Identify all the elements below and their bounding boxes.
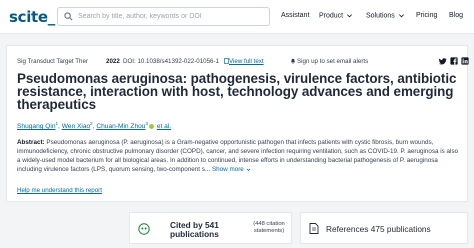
article-title: Pseudomonas aeruginosa: pathogenesis, vi… [17, 71, 457, 112]
citation-statements-count: (448 citation statements) [253, 221, 285, 234]
author-name: Chuan-Min Zhou [96, 123, 146, 131]
nav-blog[interactable]: Blog [449, 12, 463, 19]
author-link[interactable]: Chuan-Min Zhou [96, 123, 145, 130]
article-card: Sig Transduct Target Ther 2022 DOI: 10.1… [6, 45, 469, 202]
abstract: Abstract: Pseudomonas aeruginosa (P. aer… [17, 138, 463, 174]
cited-by-card[interactable]: Cited by 541 publications (448 citation … [129, 212, 292, 244]
document-icon [309, 223, 319, 234]
nav-solutions[interactable]: Solutions [366, 12, 405, 19]
doi-text: DOI: 10.1038/s41392-022-01056-1 [123, 58, 219, 65]
chevron-down-icon [398, 14, 404, 18]
search-box[interactable] [57, 7, 270, 26]
chevron-down-icon [246, 168, 250, 171]
cited-by-count: Cited by 541 publications [170, 220, 219, 239]
view-full-text-link[interactable]: View full text [229, 58, 264, 65]
linkedin-icon[interactable] [461, 57, 469, 65]
help-understand-report-link[interactable]: Help me understand this report [17, 187, 102, 194]
nav-solutions-label: Solutions [366, 12, 395, 20]
show-more-label: Show more [211, 166, 244, 173]
show-more-button[interactable]: Show more [212, 166, 251, 173]
publication-year: 2022 [106, 58, 120, 65]
nav-pricing[interactable]: Pricing [416, 12, 437, 19]
et-al-link[interactable]: et al. [157, 123, 171, 130]
author-link[interactable]: Wen Xiao [62, 123, 90, 130]
bell-icon [290, 58, 296, 64]
author-name: Shugang Qin [17, 123, 56, 131]
facebook-icon[interactable] [450, 57, 458, 65]
quote-bubble-icon [138, 223, 150, 235]
search-input[interactable] [78, 10, 266, 23]
references-card[interactable]: References 475 publications [300, 212, 468, 244]
chevron-down-icon [347, 14, 353, 18]
author-link[interactable]: Shugang Qin [17, 123, 56, 130]
abstract-label: Abstract: [17, 139, 45, 146]
email-alerts-link[interactable]: Sign up to set email alerts [297, 58, 368, 65]
twitter-icon[interactable] [439, 57, 447, 65]
scite-logo[interactable]: scite_ [9, 8, 55, 26]
nav-product-label: Product [319, 12, 344, 20]
author-name: Wen Xiao [61, 123, 91, 131]
journal-name: Sig Transduct Target Ther [17, 58, 88, 65]
article-meta: Sig Transduct Target Ther 2022 DOI: 10.1… [17, 57, 469, 69]
author-affiliation: 3 [145, 121, 148, 126]
references-count: References 475 publications [326, 224, 431, 234]
top-navigation-bar: scite_ Assistant Product Solutions Prici… [0, 0, 474, 34]
search-icon [64, 12, 73, 21]
nav-assistant[interactable]: Assistant [281, 12, 309, 19]
orcid-icon[interactable] [148, 123, 154, 129]
author-list: Shugang Qin1, Wen Xiao2, Chuan-Min Zhou3… [17, 121, 171, 130]
nav-product[interactable]: Product [319, 12, 353, 19]
